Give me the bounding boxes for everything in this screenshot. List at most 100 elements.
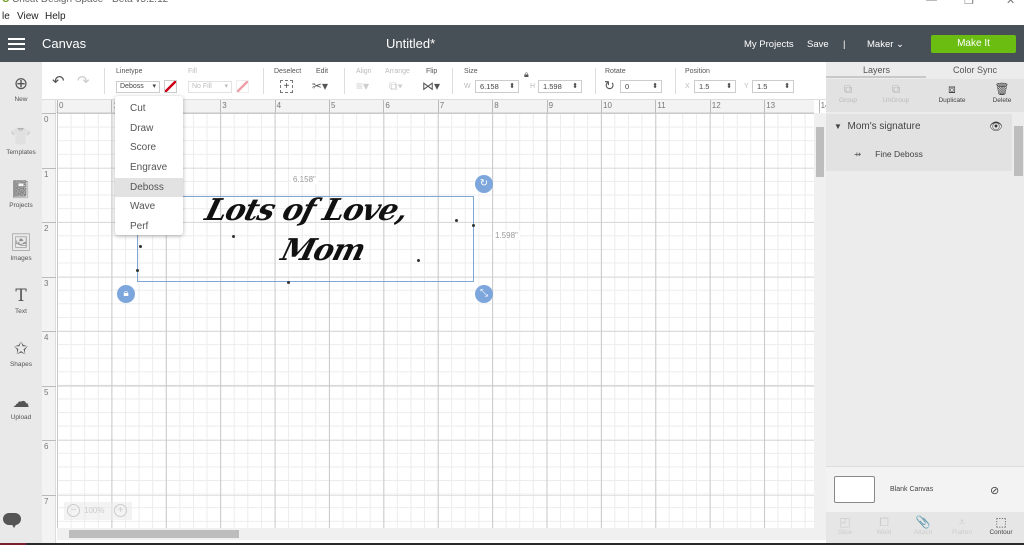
canvas-vertical-scrollbar[interactable]: [814, 113, 826, 528]
arrange-icon[interactable]: ⧉▾: [389, 79, 403, 94]
linetype-option-draw[interactable]: Draw: [115, 119, 183, 139]
height-input[interactable]: 1.598 ⬍: [538, 80, 582, 93]
ruler-major-tick: [42, 276, 56, 278]
linetype-option-wave[interactable]: Wave: [115, 197, 183, 217]
linetype-option-cut[interactable]: Cut: [115, 99, 183, 119]
line-color-swatch[interactable]: [164, 80, 177, 93]
y-position-input[interactable]: 1.5 ⬍: [752, 80, 794, 93]
visibility-eye-icon[interactable]: 👁︎: [989, 120, 1003, 133]
scrollbar-thumb[interactable]: [816, 127, 824, 177]
edit-toolbar: ↶ ↷ Linetype Deboss ▾ Fill No Fill ▾ Des…: [42, 62, 826, 100]
scrollbar-thumb[interactable]: [69, 530, 239, 538]
blank-canvas-row[interactable]: Blank Canvas ⊘: [826, 466, 1024, 512]
deselect-button[interactable]: +: [280, 80, 293, 93]
menu-view[interactable]: View: [17, 11, 39, 22]
app-header: Canvas Untitled* My Projects Save | Make…: [0, 25, 1024, 62]
linetype-option-perf[interactable]: Perf: [115, 217, 183, 237]
sidebar-item-images[interactable]: 🖼 Images: [0, 233, 42, 262]
restore-button[interactable]: ❐: [964, 0, 974, 7]
my-projects-link[interactable]: My Projects: [744, 39, 794, 50]
x-position-input[interactable]: 1.5 ⬍: [694, 80, 736, 93]
blank-canvas-label: Blank Canvas: [890, 486, 934, 493]
height-label: H: [530, 83, 536, 90]
sidebar-item-text[interactable]: T Text: [0, 286, 42, 315]
window-title: C Cricut Design Space - Beta v5.2.12: [2, 0, 168, 5]
scissors-icon[interactable]: ✂▾: [312, 79, 328, 93]
scrollbar-thumb[interactable]: [1014, 126, 1023, 176]
menu-file[interactable]: le: [2, 11, 10, 22]
stepper-icon[interactable]: ⬍: [726, 81, 732, 92]
sidebar-item-shapes[interactable]: ✩ Shapes: [0, 339, 42, 368]
layer-group-row[interactable]: ▼ Mom's signature: [834, 121, 921, 132]
lock-icon[interactable]: 🔒︎: [524, 69, 529, 80]
fill-select[interactable]: No Fill ▾: [188, 81, 232, 93]
linetype-option-engrave[interactable]: Engrave: [115, 158, 183, 178]
text-icon: T: [15, 286, 27, 306]
canvas-color-swatch[interactable]: [834, 476, 875, 503]
ruler-tick-label: 11: [657, 101, 666, 110]
sidebar-item-upload[interactable]: ☁ Upload: [0, 392, 42, 421]
group-button[interactable]: ⧉ Group: [828, 82, 868, 104]
rotate-handle-icon[interactable]: ↻: [475, 175, 493, 193]
redo-icon[interactable]: ↷: [77, 72, 90, 90]
flip-icon[interactable]: ⋈▾: [422, 79, 440, 93]
expand-caret-icon[interactable]: ▼: [834, 122, 842, 131]
layer-item[interactable]: ⇸ Fine Deboss: [854, 149, 923, 160]
machine-selector[interactable]: Maker ⌄: [867, 39, 904, 50]
chat-icon[interactable]: [3, 513, 21, 528]
make-it-button[interactable]: Make It: [931, 35, 1016, 53]
selection-box[interactable]: [137, 196, 474, 282]
rotate-label: Rotate: [605, 68, 626, 75]
canvas-horizontal-scrollbar[interactable]: [57, 528, 826, 540]
zoom-in-button[interactable]: +: [114, 504, 127, 517]
undo-icon[interactable]: ↶: [52, 72, 65, 90]
ruler-major-tick: [383, 100, 385, 113]
layers-scrollbar[interactable]: [1013, 114, 1024, 526]
width-input[interactable]: 6.158 ⬍: [475, 80, 519, 93]
flatten-icon: ⩡: [958, 515, 966, 529]
contour-icon: ⬚: [995, 515, 1007, 529]
tab-layers[interactable]: Layers: [863, 65, 890, 75]
duplicate-button[interactable]: ⧈ Duplicate: [932, 82, 972, 104]
linetype-option-score[interactable]: Score: [115, 138, 183, 158]
lock-handle-icon[interactable]: 🔒︎: [117, 285, 135, 303]
sidebar-item-templates[interactable]: 👕 Templates: [0, 127, 42, 156]
weld-button[interactable]: ⧠ Weld: [865, 515, 903, 536]
ungroup-button[interactable]: ⧉ UnGroup: [876, 82, 916, 104]
zoom-out-button[interactable]: −: [67, 504, 80, 517]
sidebar-item-new[interactable]: ⊕ New: [0, 74, 42, 103]
save-link[interactable]: Save: [807, 39, 829, 50]
rotate-input[interactable]: 0 ⬍: [620, 80, 662, 93]
linetype-select[interactable]: Deboss ▾: [116, 81, 160, 93]
stepper-icon[interactable]: ⬍: [652, 81, 658, 92]
minimize-button[interactable]: —: [926, 0, 937, 6]
ruler-major-tick: [42, 494, 56, 496]
stepper-icon[interactable]: ⬍: [509, 81, 515, 92]
flatten-button[interactable]: ⩡ Flatten: [943, 515, 981, 536]
delete-button[interactable]: 🗑 Delete: [982, 82, 1022, 104]
ruler-major-tick: [329, 100, 330, 113]
align-label: Align: [356, 68, 372, 75]
ruler-major-tick: [220, 100, 222, 113]
ruler-tick-label: 5: [331, 101, 336, 110]
tab-color-sync[interactable]: Color Sync: [953, 65, 997, 75]
menu-help[interactable]: Help: [45, 11, 66, 22]
ruler-major-tick: [437, 100, 439, 113]
hidden-eye-icon[interactable]: ⊘: [990, 484, 999, 497]
hamburger-icon[interactable]: [8, 38, 25, 50]
stray-dot: [472, 224, 475, 227]
align-icon[interactable]: ≡▾: [356, 79, 369, 93]
attach-button[interactable]: 📎 Attach: [904, 515, 942, 536]
contour-button[interactable]: ⬚ Contour: [982, 515, 1020, 536]
stepper-icon[interactable]: ⬍: [572, 81, 578, 92]
resize-handle-icon[interactable]: ⤡: [475, 285, 493, 303]
fill-color-swatch[interactable]: [236, 80, 249, 93]
slice-icon: ◰: [839, 515, 851, 529]
slice-button[interactable]: ◰ Slice: [826, 515, 864, 536]
dropdown-arrow-icon: ▾: [224, 83, 228, 90]
linetype-option-deboss[interactable]: Deboss: [115, 177, 183, 198]
stepper-icon[interactable]: ⬍: [784, 81, 790, 92]
close-button[interactable]: ✕: [1006, 0, 1015, 7]
fill-label: Fill: [188, 68, 197, 75]
sidebar-item-projects[interactable]: 📓 Projects: [0, 180, 42, 209]
